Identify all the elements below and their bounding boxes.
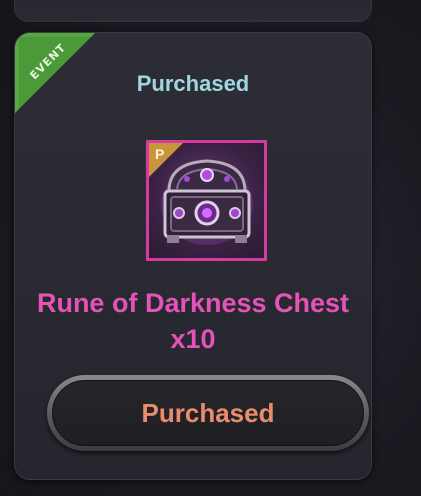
premium-badge: P	[149, 143, 189, 183]
item-quantity: x10	[170, 324, 216, 354]
shop-panel: EVENT Purchased P Rune of Darkness Chest…	[0, 0, 421, 496]
purchased-button[interactable]: Purchased	[52, 380, 364, 446]
purchased-button-frame: Purchased	[47, 375, 369, 451]
shop-item-card: EVENT Purchased P Rune of Darkness Chest…	[14, 32, 372, 480]
previous-shop-card	[14, 0, 372, 22]
item-icon-frame[interactable]: P	[146, 140, 267, 261]
premium-badge-letter: P	[155, 146, 165, 162]
purchase-status: Purchased	[136, 71, 250, 96]
item-name: Rune of Darkness Chest	[36, 288, 350, 318]
